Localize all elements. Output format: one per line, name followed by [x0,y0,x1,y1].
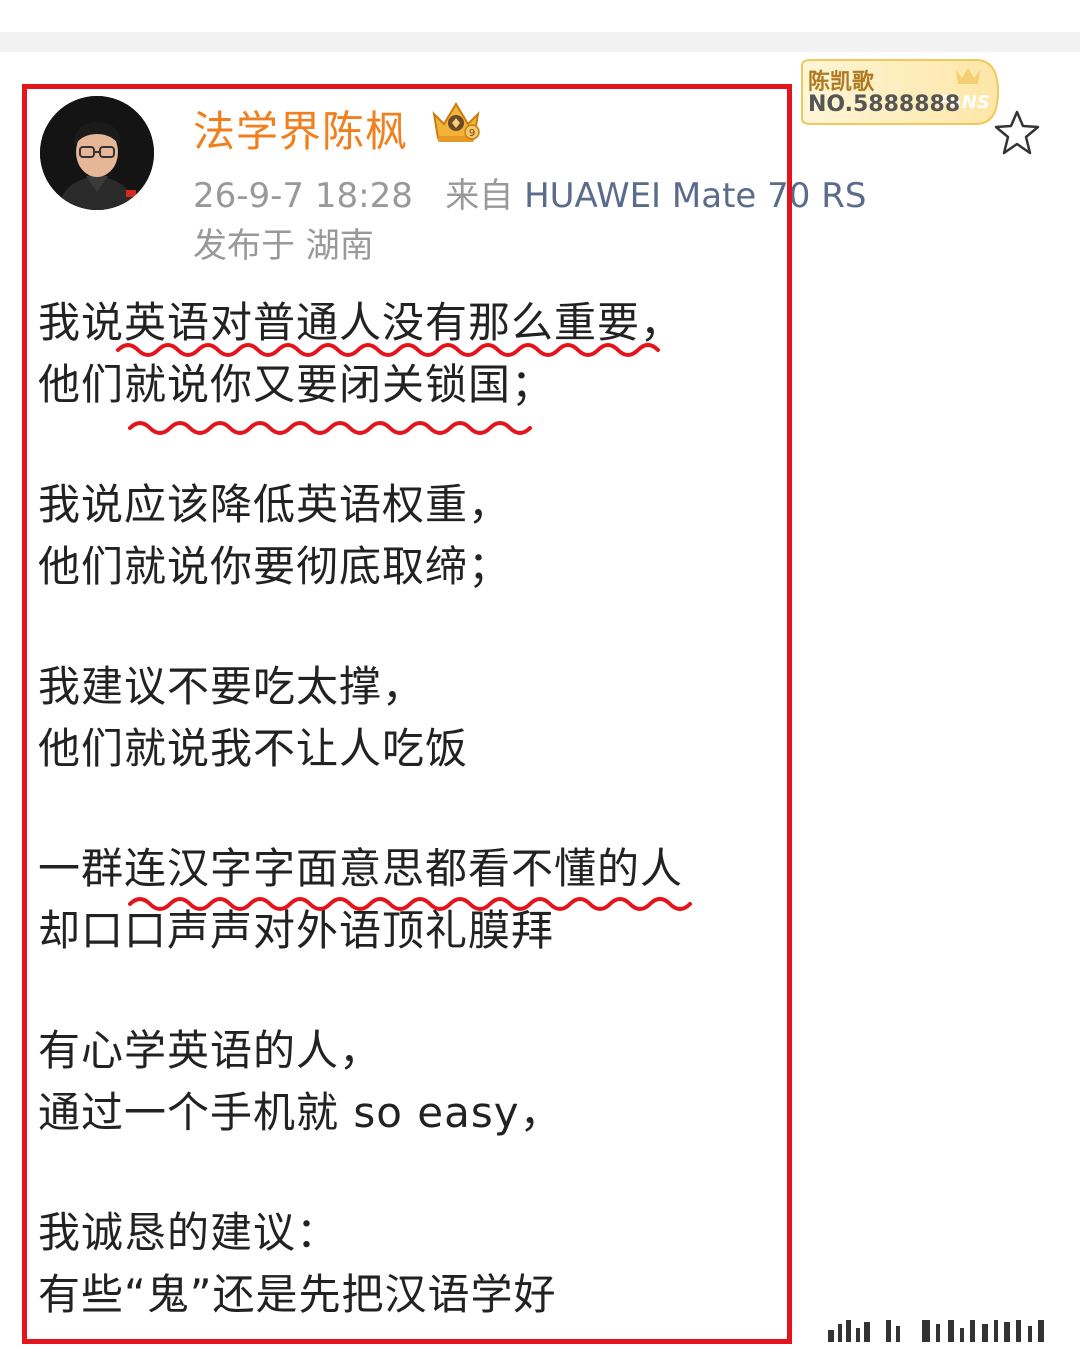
post-content: 我说英语对普通人没有那么重要， 他们就说你又要闭关锁国； 我说应该降低英语权重，… [38,292,778,1326]
content-line: 他们就说我不让人吃饭 [38,724,469,773]
star-favorite-icon[interactable] [992,108,1042,158]
top-divider [0,32,1080,52]
content-line: 有些“鬼”还是先把汉语学好 [38,1270,557,1319]
signal-bars-decoration [828,1320,1044,1342]
content-line: 一群连汉字字面意思都看不懂的人 [38,844,684,893]
wavy-underline-3 [128,897,692,911]
content-line: 他们就说你又要闭关锁国； [38,360,555,409]
fans-badge-number: NO.5888888 [808,92,961,117]
wavy-underline-2 [128,421,532,435]
fans-badge-icon[interactable]: FANS 陈凯歌 NO.5888888 [798,56,1002,128]
content-line: 我诚恳的建议： [38,1208,340,1257]
content-line: 有心学英语的人， [38,1026,383,1075]
content-line: 他们就说你要彻底取缔； [38,542,512,591]
wavy-underline-1 [116,343,660,357]
content-line: 我说应该降低英语权重， [38,480,512,529]
content-line: 我建议不要吃太撑， [38,662,426,711]
content-line: 通过一个手机就 so easy， [38,1088,563,1137]
